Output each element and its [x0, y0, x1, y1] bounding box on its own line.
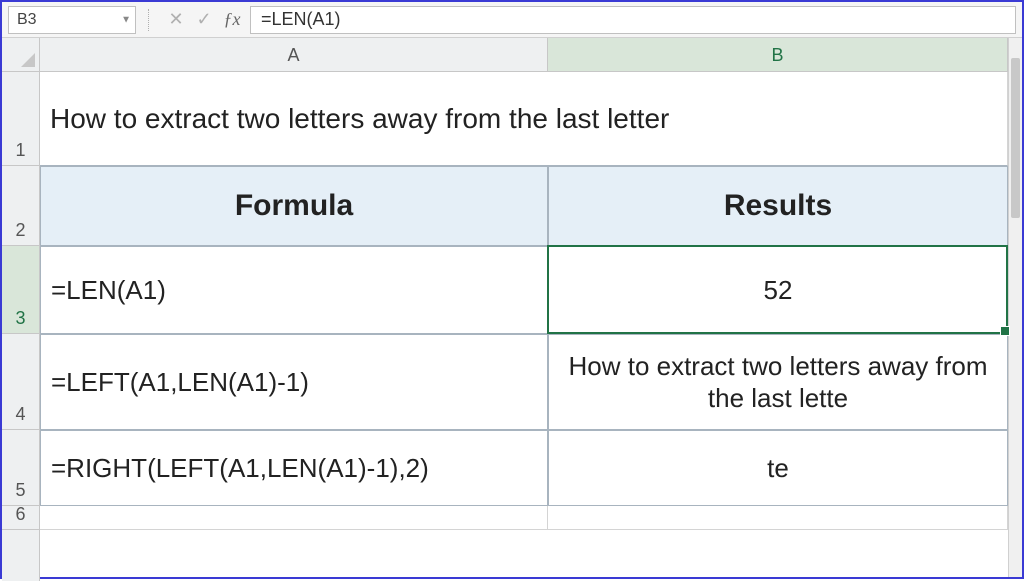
cell-B6[interactable]	[548, 506, 1008, 530]
cell-text: How to extract two letters away from the…	[559, 350, 997, 415]
row-header-2[interactable]: 2	[2, 166, 39, 246]
column-headers: A B	[40, 38, 1022, 72]
sheet-area: A B 1 2 3 4 5 6 How to extract two lette…	[2, 38, 1022, 581]
cancel-icon[interactable]: ✕	[162, 6, 190, 34]
cell-A3[interactable]: =LEN(A1)	[40, 246, 548, 334]
cell-text: te	[767, 452, 789, 485]
row-header-3[interactable]: 3	[2, 246, 39, 334]
cell-text: =LEN(A1)	[51, 275, 166, 306]
cells-grid: How to extract two letters away from the…	[40, 72, 1022, 581]
row-header-1[interactable]: 1	[2, 72, 39, 166]
cell-text: Results	[724, 189, 832, 223]
cell-B2[interactable]: Results	[548, 166, 1008, 246]
cell-B4[interactable]: How to extract two letters away from the…	[548, 334, 1008, 430]
separator	[148, 9, 154, 31]
cell-A6[interactable]	[40, 506, 548, 530]
cell-A2[interactable]: Formula	[40, 166, 548, 246]
col-header-A[interactable]: A	[40, 38, 548, 71]
row-header-6[interactable]: 6	[2, 506, 39, 530]
cell-text: =LEFT(A1,LEN(A1)-1)	[51, 367, 309, 398]
cell-A1[interactable]: How to extract two letters away from the…	[40, 72, 1008, 166]
scroll-thumb[interactable]	[1011, 58, 1020, 218]
chevron-down-icon[interactable]: ▼	[121, 14, 131, 25]
cell-A4[interactable]: =LEFT(A1,LEN(A1)-1)	[40, 334, 548, 430]
select-all-corner[interactable]	[2, 38, 40, 72]
cell-B3[interactable]: 52	[548, 246, 1008, 334]
row-header-5[interactable]: 5	[2, 430, 39, 506]
fx-icon[interactable]: ƒx	[218, 6, 246, 34]
col-header-B[interactable]: B	[548, 38, 1008, 71]
cell-text: =RIGHT(LEFT(A1,LEN(A1)-1),2)	[51, 453, 429, 484]
enter-icon[interactable]: ✓	[190, 6, 218, 34]
name-box-value: B3	[17, 11, 37, 29]
name-box[interactable]: B3 ▼	[8, 6, 136, 34]
cell-text: Formula	[235, 189, 353, 223]
row-headers: 1 2 3 4 5 6	[2, 72, 40, 581]
cell-B5[interactable]: te	[548, 430, 1008, 506]
formula-input-value: =LEN(A1)	[261, 9, 341, 30]
cell-A5[interactable]: =RIGHT(LEFT(A1,LEN(A1)-1),2)	[40, 430, 548, 506]
formula-bar: B3 ▼ ✕ ✓ ƒx =LEN(A1)	[2, 2, 1022, 38]
vertical-scrollbar[interactable]	[1008, 38, 1022, 577]
cell-text: 52	[764, 274, 793, 307]
formula-input[interactable]: =LEN(A1)	[250, 6, 1016, 34]
row-header-4[interactable]: 4	[2, 334, 39, 430]
cell-text: How to extract two letters away from the…	[50, 103, 669, 135]
